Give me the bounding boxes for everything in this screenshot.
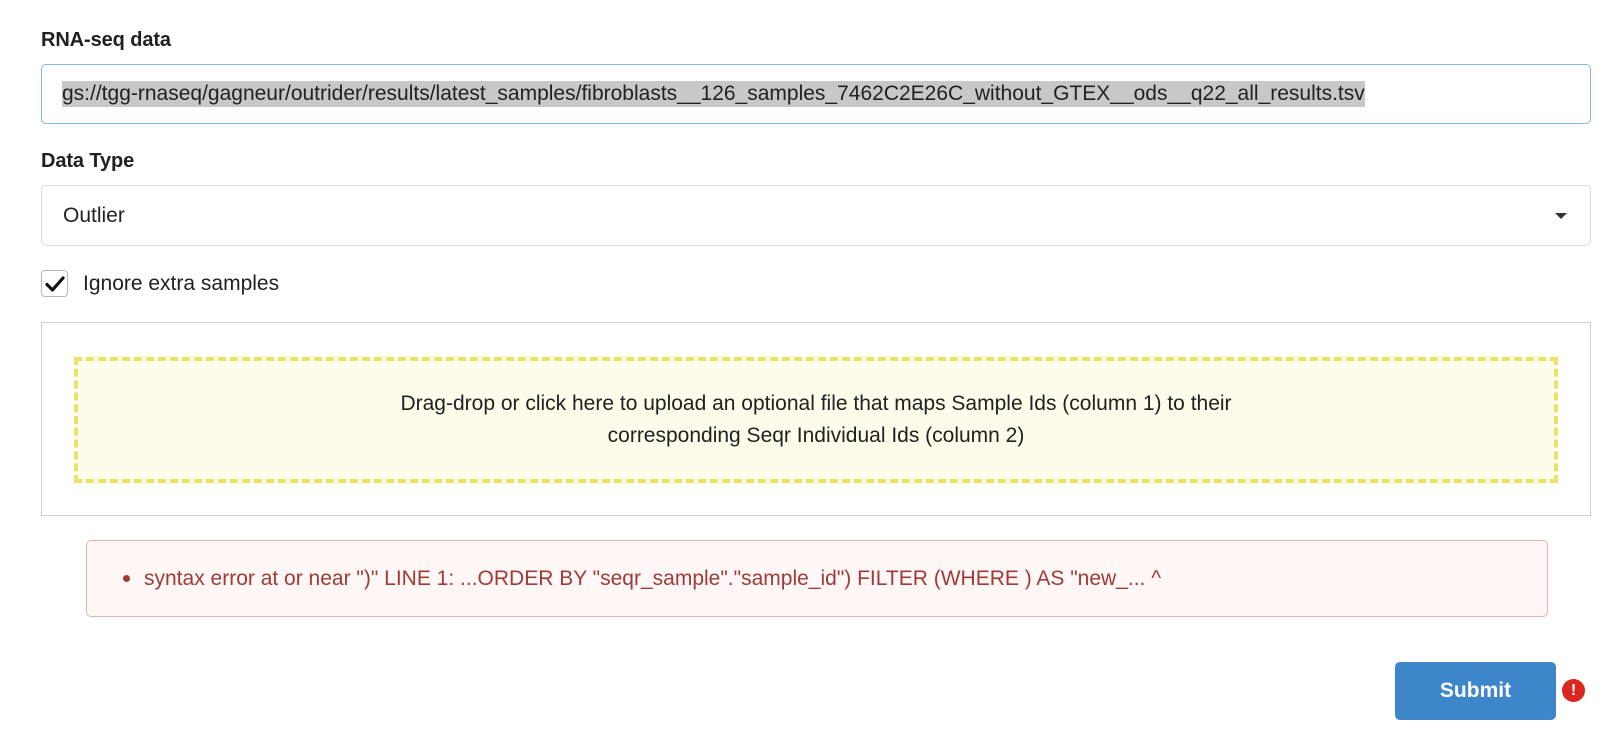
checkmark-icon — [44, 275, 65, 292]
dropzone-instructions: Drag-drop or click here to upload an opt… — [400, 392, 1232, 447]
ignore-extra-samples-row[interactable]: Ignore extra samples — [41, 270, 279, 297]
upload-rna-seq-form: RNA-seq data gs://tgg-rnaseq/gagneur/out… — [0, 0, 1608, 742]
chevron-down-icon[interactable] — [1555, 212, 1567, 219]
bullet-icon — [123, 575, 130, 582]
data-type-selected-value: Outlier — [63, 203, 125, 227]
error-message-text: syntax error at or near ")" LINE 1: ...O… — [144, 566, 1162, 590]
error-message-box: syntax error at or near ")" LINE 1: ...O… — [86, 540, 1548, 617]
rna-seq-path-input[interactable]: gs://tgg-rnaseq/gagneur/outrider/results… — [41, 64, 1591, 124]
mapping-file-upload: Drag-drop or click here to upload an opt… — [41, 322, 1591, 516]
data-type-label: Data Type — [41, 150, 135, 172]
rna-seq-data-label: RNA-seq data — [41, 29, 171, 51]
ignore-extra-samples-label[interactable]: Ignore extra samples — [83, 272, 279, 296]
mapping-file-dropzone[interactable]: Drag-drop or click here to upload an opt… — [74, 357, 1558, 483]
submit-button[interactable]: Submit — [1395, 662, 1556, 720]
ignore-extra-samples-checkbox[interactable] — [41, 270, 68, 297]
data-type-select[interactable]: Outlier — [41, 185, 1591, 246]
rna-seq-path-value: gs://tgg-rnaseq/gagneur/outrider/results… — [62, 81, 1365, 107]
exclamation-icon: ! — [1562, 679, 1585, 702]
